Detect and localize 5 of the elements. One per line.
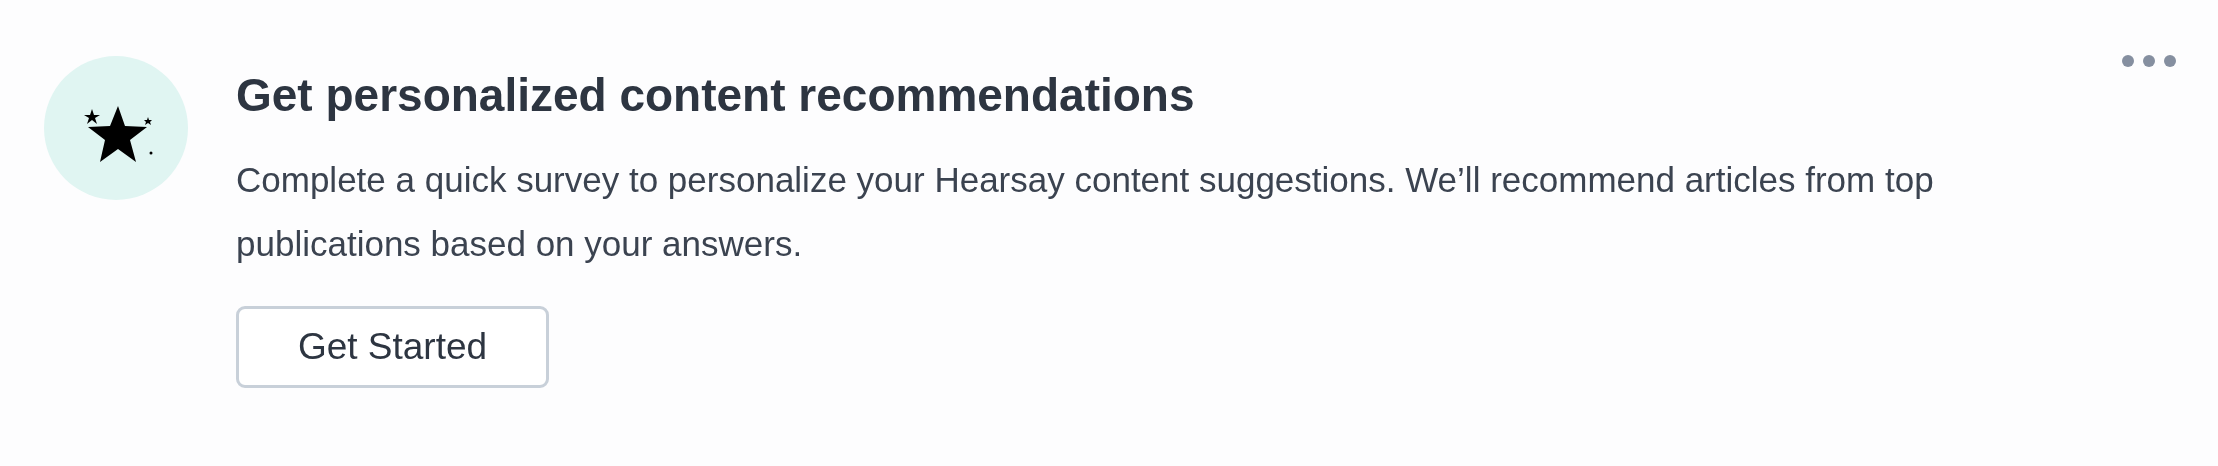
card-title: Get personalized content recommendations [236, 68, 1195, 123]
stars-icon [44, 56, 188, 200]
card-description: Complete a quick survey to personalize your Hearsay content suggestions. We’ll recommend articles from top publications based on your answers. [236, 159, 1935, 265]
get-started-button[interactable]: Get Started [236, 306, 549, 388]
more-options-icon[interactable] [2121, 54, 2177, 68]
